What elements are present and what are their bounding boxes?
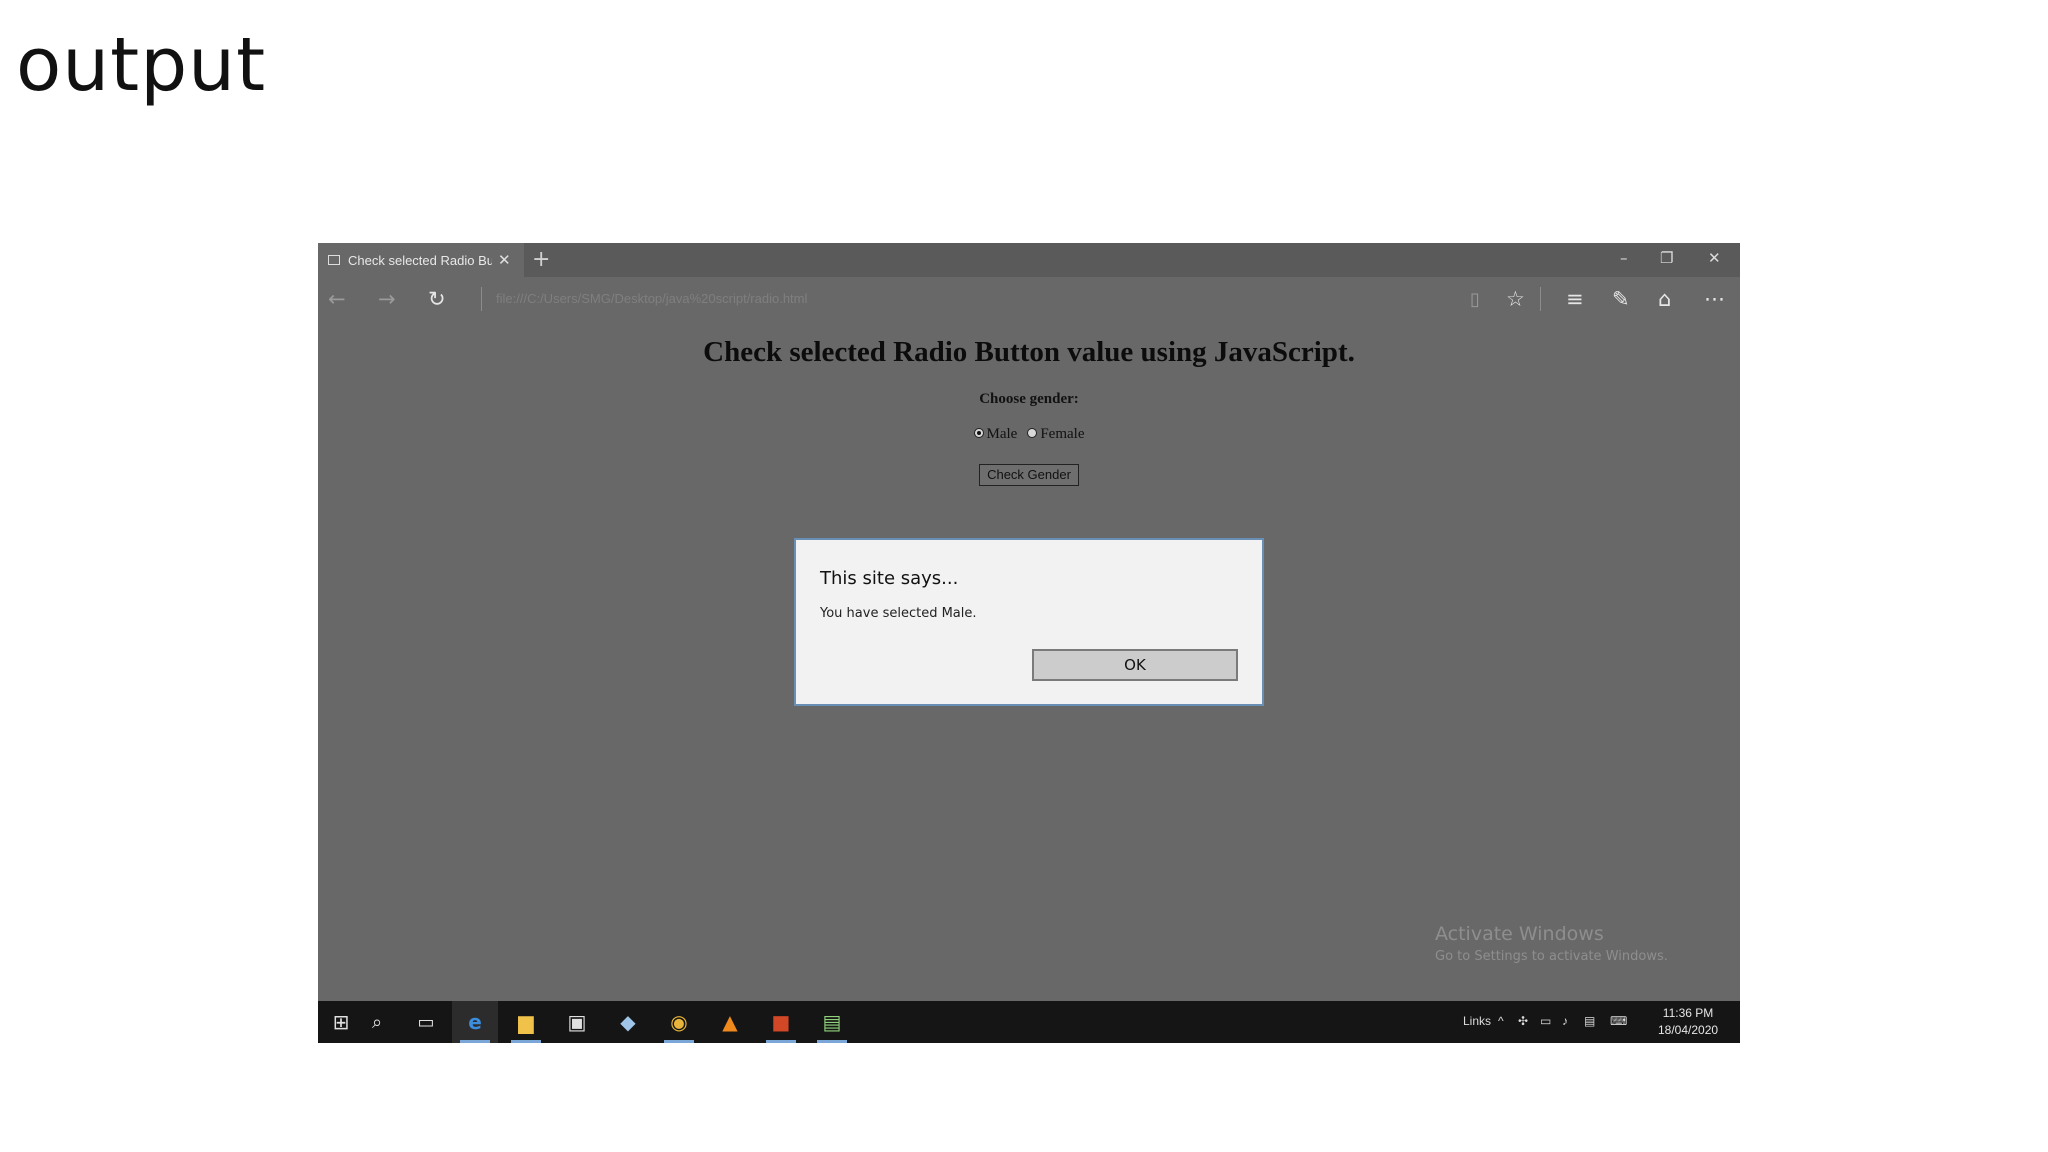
- windows-logo-icon: ⊞: [332, 1010, 350, 1034]
- taskbar-file-explorer[interactable]: ▆: [503, 1001, 549, 1043]
- navigation-bar: ← → ↻ file:///C:/Users/SMG/Desktop/java%…: [318, 277, 1740, 321]
- chevron-up-icon[interactable]: ^: [1498, 1014, 1504, 1028]
- store-icon: ▣: [567, 1010, 587, 1034]
- folder-icon: ▆: [518, 1010, 534, 1034]
- taskbar: ⊞ ⌕ ▭ e ▆ ▣ ◆ ◉ ▲ ■ ▤ Links ^ ✣ ▭ ♪ ▤ ⌨ …: [318, 1001, 1740, 1043]
- radio-male-circle[interactable]: [973, 428, 984, 438]
- web-note-icon[interactable]: ✎: [1612, 287, 1630, 311]
- clock-time: 11:36 PM: [1662, 1006, 1714, 1020]
- restore-icon[interactable]: ❐: [1660, 249, 1673, 267]
- notepad-icon: ▤: [822, 1010, 842, 1034]
- clock-date: 18/04/2020: [1658, 1023, 1719, 1037]
- reading-view-icon[interactable]: ▯: [1470, 289, 1480, 310]
- taskbar-vlc[interactable]: ▲: [707, 1001, 753, 1043]
- dialog-title: This site says...: [820, 568, 959, 589]
- dialog-message: You have selected Male.: [820, 606, 977, 621]
- nav-separator: [481, 287, 482, 311]
- ok-button[interactable]: OK: [1032, 649, 1238, 681]
- system-clock[interactable]: 11:36 PM 18/04/2020: [1658, 1005, 1718, 1039]
- activate-windows-watermark: Activate Windows Go to Settings to activ…: [1435, 923, 1668, 964]
- search-icon: ⌕: [371, 1011, 383, 1033]
- task-view-icon: ▭: [417, 1011, 435, 1033]
- taskbar-edge[interactable]: e: [452, 1001, 498, 1043]
- links-toolbar[interactable]: Links: [1463, 1014, 1491, 1028]
- taskbar-notepad[interactable]: ▤: [809, 1001, 855, 1043]
- chrome-icon: ◉: [670, 1010, 688, 1034]
- app-indicator: [511, 1040, 541, 1043]
- forward-icon[interactable]: →: [378, 287, 396, 311]
- browser-screenshot: Check selected Radio Bu ✕ + – ❐ ✕ ← → ↻ …: [318, 243, 1740, 1043]
- taskbar-powerpoint[interactable]: ■: [758, 1001, 804, 1043]
- choose-gender-label: Choose gender:: [979, 391, 1079, 407]
- back-icon[interactable]: ←: [328, 287, 346, 311]
- minimize-icon[interactable]: –: [1620, 249, 1628, 267]
- search-button[interactable]: ⌕: [354, 1001, 400, 1043]
- page-heading: Check selected Radio Button value using …: [703, 336, 1355, 368]
- slide-title: output: [16, 22, 267, 108]
- check-gender-button[interactable]: Check Gender: [979, 464, 1079, 486]
- radio-female[interactable]: Female: [1027, 426, 1084, 443]
- network-icon[interactable]: ✣: [1518, 1014, 1528, 1028]
- radio-female-label: Female: [1040, 426, 1085, 442]
- browser-title-bar: Check selected Radio Bu ✕ + – ❐ ✕: [318, 243, 1740, 277]
- new-tab-icon[interactable]: +: [532, 247, 550, 272]
- page-icon: [328, 255, 340, 265]
- radio-female-circle[interactable]: [1027, 428, 1038, 438]
- browser-tab[interactable]: Check selected Radio Bu ✕: [318, 243, 524, 277]
- gender-radio-group: Male Female: [318, 426, 1740, 443]
- watermark-line1: Activate Windows: [1435, 923, 1604, 945]
- address-bar[interactable]: file:///C:/Users/SMG/Desktop/java%20scri…: [496, 291, 807, 306]
- tab-close-icon[interactable]: ✕: [498, 251, 511, 269]
- window-close-icon[interactable]: ✕: [1708, 249, 1721, 267]
- hub-icon[interactable]: ≡: [1566, 287, 1584, 311]
- toolbar-separator: [1540, 287, 1541, 311]
- taskbar-store[interactable]: ▣: [554, 1001, 600, 1043]
- app-indicator: [664, 1040, 694, 1043]
- alert-dialog: This site says... You have selected Male…: [794, 538, 1264, 706]
- action-center-icon[interactable]: ▤: [1584, 1014, 1595, 1028]
- share-icon[interactable]: ⌂: [1658, 287, 1671, 311]
- more-icon[interactable]: ⋯: [1704, 287, 1725, 311]
- edge-icon: e: [468, 1010, 482, 1034]
- favorite-star-icon[interactable]: ☆: [1506, 287, 1525, 311]
- active-app-indicator: [460, 1040, 490, 1043]
- app-indicator: [817, 1040, 847, 1043]
- battery-icon[interactable]: ▭: [1540, 1014, 1551, 1028]
- tab-title: Check selected Radio Bu: [348, 252, 492, 268]
- radio-male-label: Male: [986, 426, 1018, 442]
- taskbar-app[interactable]: ◆: [605, 1001, 651, 1043]
- keyboard-icon[interactable]: ⌨: [1610, 1014, 1627, 1028]
- taskbar-chrome[interactable]: ◉: [656, 1001, 702, 1043]
- volume-icon[interactable]: ♪: [1562, 1014, 1568, 1028]
- powerpoint-icon: ■: [771, 1010, 791, 1034]
- vlc-icon: ▲: [722, 1010, 738, 1034]
- app-indicator: [766, 1040, 796, 1043]
- refresh-icon[interactable]: ↻: [428, 287, 446, 311]
- watermark-line2: Go to Settings to activate Windows.: [1435, 949, 1668, 964]
- task-view-button[interactable]: ▭: [403, 1001, 449, 1043]
- radio-male[interactable]: Male: [973, 426, 1018, 443]
- app-icon: ◆: [620, 1010, 636, 1034]
